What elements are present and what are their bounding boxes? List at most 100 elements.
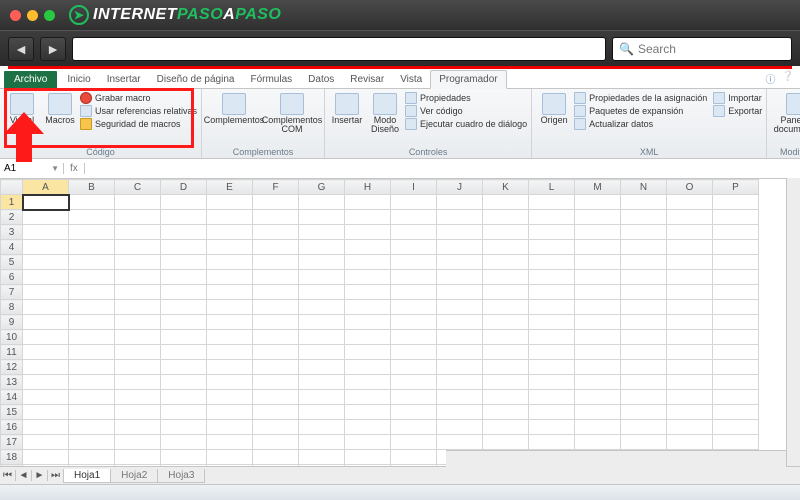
- cell[interactable]: [161, 450, 207, 465]
- cell[interactable]: [299, 195, 345, 210]
- cell[interactable]: [299, 240, 345, 255]
- cell[interactable]: [345, 345, 391, 360]
- cell[interactable]: [253, 240, 299, 255]
- cell[interactable]: [621, 390, 667, 405]
- cell[interactable]: [667, 195, 713, 210]
- cell[interactable]: [437, 255, 483, 270]
- cell[interactable]: [69, 390, 115, 405]
- cell[interactable]: [299, 390, 345, 405]
- cell[interactable]: [299, 330, 345, 345]
- cell[interactable]: [207, 420, 253, 435]
- cell[interactable]: [299, 420, 345, 435]
- cell[interactable]: [483, 195, 529, 210]
- cell[interactable]: [253, 255, 299, 270]
- cell[interactable]: [667, 330, 713, 345]
- cell[interactable]: [115, 345, 161, 360]
- cell[interactable]: [115, 225, 161, 240]
- cell[interactable]: [529, 315, 575, 330]
- cell[interactable]: [437, 285, 483, 300]
- cell[interactable]: [345, 195, 391, 210]
- cell[interactable]: [299, 300, 345, 315]
- cell[interactable]: [23, 360, 69, 375]
- cell[interactable]: [621, 345, 667, 360]
- row-header[interactable]: 10: [1, 330, 23, 345]
- cell[interactable]: [23, 300, 69, 315]
- cell[interactable]: [667, 210, 713, 225]
- complementos-button[interactable]: Complementos: [206, 91, 262, 146]
- cell[interactable]: [621, 405, 667, 420]
- propiedades-button[interactable]: Propiedades: [405, 92, 527, 104]
- cell[interactable]: [667, 375, 713, 390]
- cell[interactable]: [115, 240, 161, 255]
- cell[interactable]: [299, 360, 345, 375]
- cell[interactable]: [23, 285, 69, 300]
- sheet-nav-last-icon[interactable]: ⏭: [48, 470, 64, 481]
- cell[interactable]: [713, 285, 759, 300]
- cell[interactable]: [207, 375, 253, 390]
- cell[interactable]: [529, 270, 575, 285]
- importar-button[interactable]: Importar: [713, 92, 762, 104]
- cell[interactable]: [483, 390, 529, 405]
- cell[interactable]: [667, 345, 713, 360]
- cell[interactable]: [575, 300, 621, 315]
- grabar-macro-button[interactable]: Grabar macro: [80, 92, 197, 104]
- cell[interactable]: [161, 240, 207, 255]
- cell[interactable]: [437, 315, 483, 330]
- cell[interactable]: [115, 330, 161, 345]
- cell[interactable]: [529, 435, 575, 450]
- column-header[interactable]: K: [483, 180, 529, 195]
- cell[interactable]: [115, 420, 161, 435]
- cell[interactable]: [161, 210, 207, 225]
- cell[interactable]: [115, 435, 161, 450]
- tab-datos[interactable]: Datos: [300, 71, 342, 88]
- row-header[interactable]: 8: [1, 300, 23, 315]
- cell[interactable]: [575, 285, 621, 300]
- cell[interactable]: [437, 390, 483, 405]
- window-maximize-icon[interactable]: [44, 10, 55, 21]
- cell[interactable]: [391, 420, 437, 435]
- cell[interactable]: [69, 435, 115, 450]
- cell[interactable]: [437, 210, 483, 225]
- sheet-nav-next-icon[interactable]: ►: [32, 470, 48, 481]
- cell[interactable]: [529, 375, 575, 390]
- cell[interactable]: [23, 405, 69, 420]
- row-header[interactable]: 12: [1, 360, 23, 375]
- cell[interactable]: [161, 285, 207, 300]
- cell[interactable]: [69, 450, 115, 465]
- minimize-ribbon-icon[interactable]: ⓘ: [766, 71, 776, 86]
- cell[interactable]: [23, 255, 69, 270]
- cell[interactable]: [207, 255, 253, 270]
- cell[interactable]: [667, 315, 713, 330]
- cell[interactable]: [483, 285, 529, 300]
- cell[interactable]: [69, 345, 115, 360]
- cell[interactable]: [621, 375, 667, 390]
- cell[interactable]: [115, 315, 161, 330]
- cell[interactable]: [299, 225, 345, 240]
- cell[interactable]: [69, 300, 115, 315]
- sheet-tab-hoja1[interactable]: Hoja1: [63, 469, 111, 483]
- cell[interactable]: [345, 435, 391, 450]
- cell[interactable]: [437, 345, 483, 360]
- column-header[interactable]: A: [23, 180, 69, 195]
- cell[interactable]: [391, 435, 437, 450]
- cell[interactable]: [115, 375, 161, 390]
- cell[interactable]: [345, 375, 391, 390]
- cell[interactable]: [437, 420, 483, 435]
- cell[interactable]: [115, 390, 161, 405]
- column-header[interactable]: N: [621, 180, 667, 195]
- cell[interactable]: [253, 375, 299, 390]
- cell[interactable]: [483, 330, 529, 345]
- cell[interactable]: [621, 255, 667, 270]
- column-header[interactable]: M: [575, 180, 621, 195]
- cell[interactable]: [667, 270, 713, 285]
- cell[interactable]: [713, 210, 759, 225]
- cell[interactable]: [621, 195, 667, 210]
- cell[interactable]: [391, 405, 437, 420]
- cell[interactable]: [529, 345, 575, 360]
- cell[interactable]: [23, 450, 69, 465]
- cell[interactable]: [253, 285, 299, 300]
- cell[interactable]: [161, 390, 207, 405]
- cell[interactable]: [529, 300, 575, 315]
- cell[interactable]: [621, 285, 667, 300]
- column-header[interactable]: C: [115, 180, 161, 195]
